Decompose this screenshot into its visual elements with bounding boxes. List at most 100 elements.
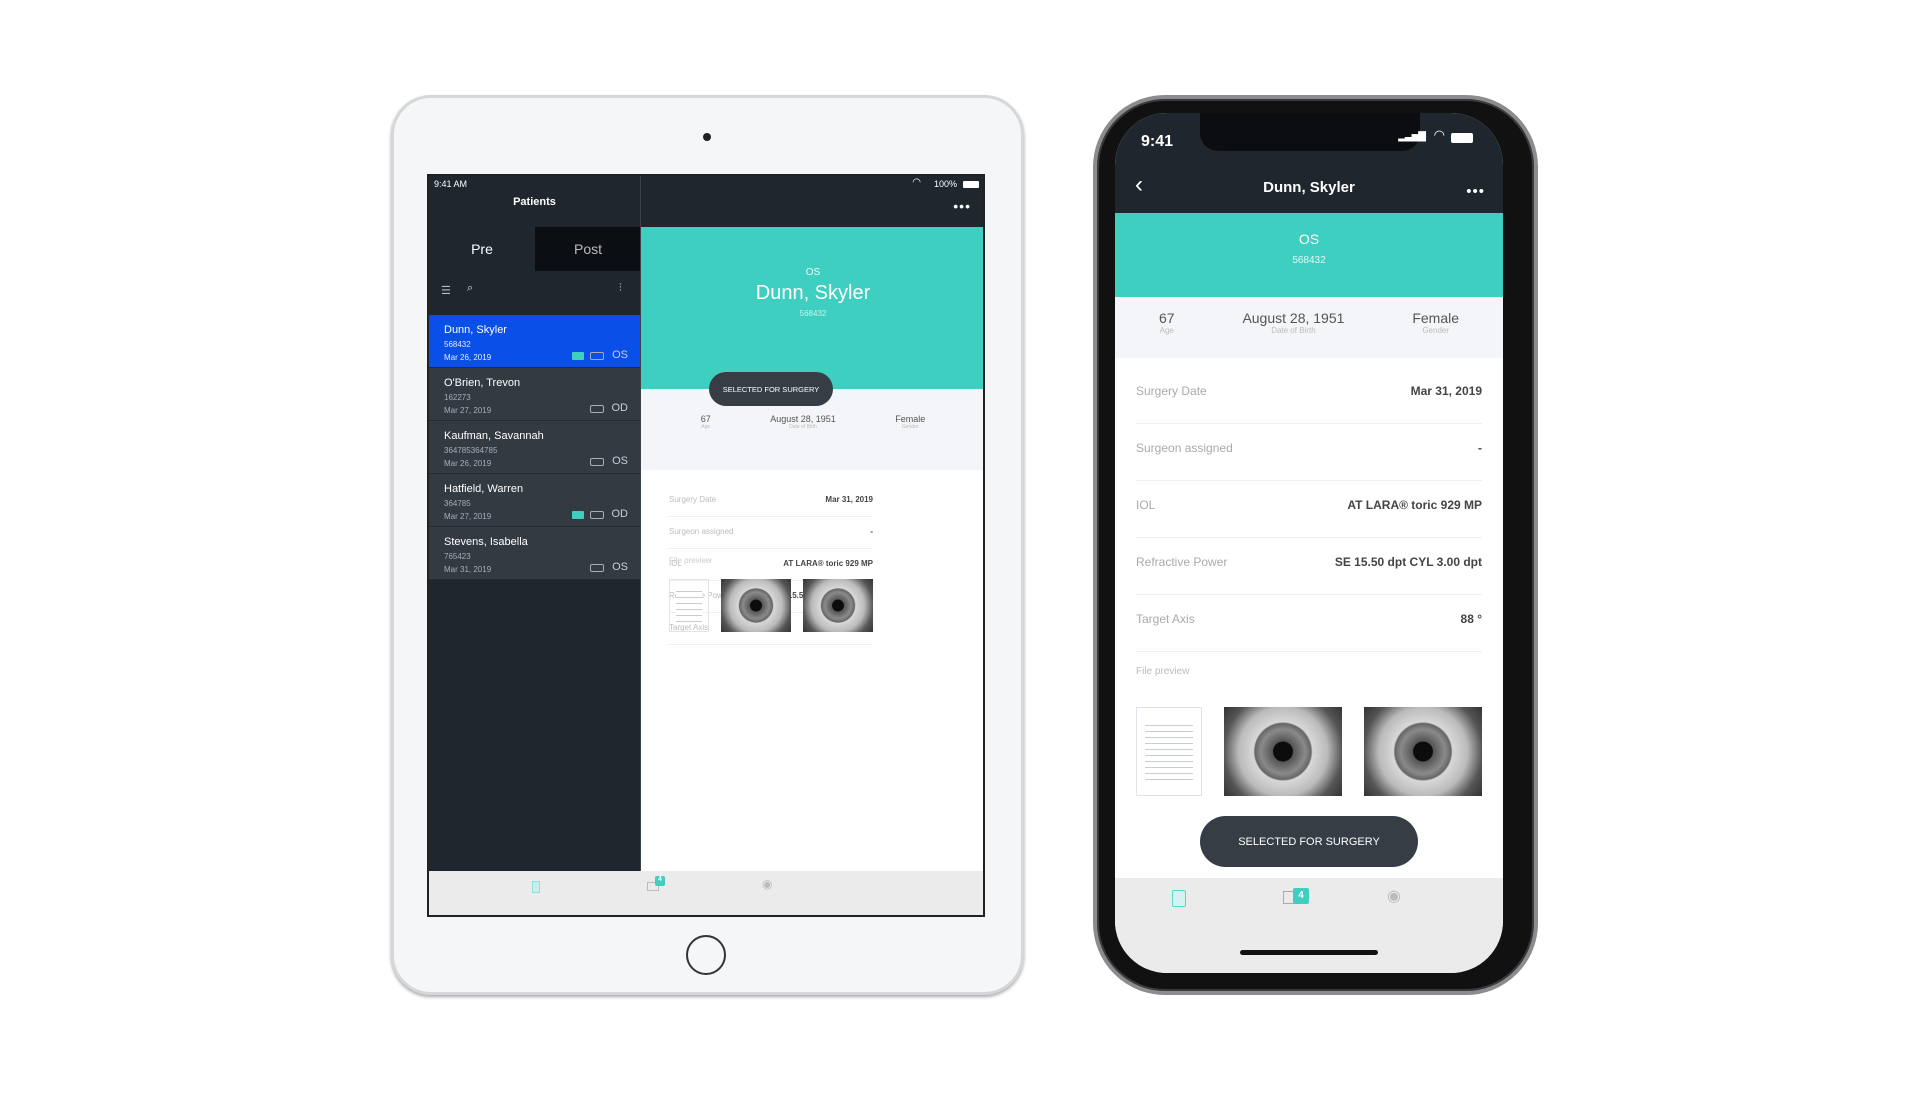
- ipad-home-button[interactable]: [686, 935, 726, 975]
- patient-list-item[interactable]: O'Brien, Trevon 162273 Mar 27, 2019 OD: [429, 368, 640, 421]
- info-item: August 28, 1951 Date of Birth: [770, 414, 836, 470]
- eye-image-thumbnail[interactable]: [803, 579, 873, 632]
- patient-date: Mar 27, 2019: [444, 512, 492, 521]
- info-label: Gender: [901, 424, 919, 430]
- field-value: -: [1478, 441, 1482, 455]
- eye-side: OS: [612, 561, 628, 573]
- signal-icon: ▂▃▅▇: [1398, 131, 1426, 142]
- patient-id: 364785364785: [444, 446, 498, 455]
- document-thumbnail[interactable]: [669, 579, 709, 632]
- eye-side: OS: [612, 455, 628, 467]
- eye-label: OS: [805, 267, 821, 278]
- tab-post[interactable]: Post: [535, 227, 641, 271]
- home-indicator[interactable]: [1240, 950, 1378, 955]
- battery-icon: [1451, 133, 1473, 143]
- patient-name: Stevens, Isabella: [444, 536, 528, 548]
- info-label: Date of Birth: [1271, 326, 1316, 335]
- notification-badge: 4: [655, 876, 665, 886]
- lens-icon: [590, 458, 604, 466]
- eye-side: OD: [611, 508, 629, 520]
- nav-title: Dunn, Skyler: [1263, 179, 1355, 196]
- patient-list-item[interactable]: Hatfield, Warren 364785 Mar 27, 2019 OD: [429, 474, 640, 527]
- tab-eye-icon[interactable]: ◉: [1387, 886, 1401, 906]
- field-value: Mar 31, 2019: [1410, 384, 1482, 398]
- nav-bar: 9:41 ◠ ▂▃▅▇ ‹ Dunn, Skyler •••: [1115, 113, 1503, 213]
- info-item: 67 Age: [701, 414, 711, 470]
- file-preview-label: File preview: [669, 556, 712, 565]
- battery-percent: 100%: [933, 179, 957, 189]
- patient-date: Mar 26, 2019: [444, 353, 492, 362]
- list-view-icon[interactable]: ☰: [441, 284, 451, 297]
- info-label: Date of Birth: [789, 424, 817, 430]
- info-value: 67: [700, 414, 711, 424]
- eye-image-thumbnail[interactable]: [1224, 707, 1342, 796]
- eye-image-thumbnail[interactable]: [1364, 707, 1482, 796]
- patient-id: 364785: [444, 499, 471, 508]
- tab-eye-icon[interactable]: ◉: [762, 877, 772, 891]
- patient-id: 162273: [444, 393, 471, 402]
- info-label: Age: [701, 424, 711, 430]
- field-value: Mar 31, 2019: [825, 495, 873, 504]
- document-thumbnail[interactable]: [1136, 707, 1202, 796]
- field-value: AT LARA® toric 929 MP: [1347, 498, 1482, 512]
- info-label: Age: [1159, 326, 1174, 335]
- field-value: 88 °: [1460, 612, 1482, 626]
- patient-list-item[interactable]: Dunn, Skyler 568432 Mar 26, 2019 OS: [429, 315, 640, 368]
- selected-for-surgery-button[interactable]: SELECTED FOR SURGERY: [709, 372, 833, 406]
- monitor-status-icon: [572, 352, 584, 360]
- monitor-status-icon: [572, 511, 584, 519]
- detail-row: Surgeon assigned -: [1136, 424, 1482, 481]
- more-icon[interactable]: •••: [1466, 183, 1485, 200]
- detail-row: IOL AT LARA® toric 929 MP: [669, 549, 873, 581]
- patient-id: 568432: [799, 309, 827, 318]
- info-label: Gender: [1422, 326, 1450, 335]
- tab-document-icon[interactable]: [1172, 890, 1186, 907]
- field-label: Surgery Date: [669, 495, 717, 504]
- ipad-camera: [703, 133, 711, 141]
- info-item: Female Gender: [1412, 310, 1459, 358]
- detail-header-bar: 100% ◠ •••: [641, 176, 983, 227]
- lens-icon: [590, 405, 604, 413]
- patient-list-item[interactable]: Stevens, Isabella 765423 Mar 31, 2019 OS: [429, 527, 640, 580]
- info-value: Female: [1412, 310, 1460, 326]
- search-icon[interactable]: ⌕: [467, 282, 473, 295]
- battery-icon: [963, 181, 979, 188]
- field-label: Surgeon assigned: [1136, 441, 1233, 455]
- patient-list-item[interactable]: Kaufman, Savannah 364785364785 Mar 26, 201…: [429, 421, 640, 474]
- eye-side: OD: [611, 402, 629, 414]
- wifi-icon: ◠: [1433, 127, 1445, 142]
- eye-image-thumbnail[interactable]: [721, 579, 791, 632]
- lens-icon: [590, 564, 604, 572]
- lens-icon: [590, 511, 604, 519]
- iphone-screen: 9:41 ◠ ▂▃▅▇ ‹ Dunn, Skyler ••• OS 568432…: [1115, 113, 1503, 973]
- selected-for-surgery-button[interactable]: SELECTED FOR SURGERY: [1200, 816, 1418, 867]
- patient-detail: 100% ◠ ••• OS Dunn, Skyler 568432 67 Age A…: [641, 176, 983, 871]
- info-item: Female Gender: [895, 414, 925, 470]
- detail-teal-header: OS Dunn, Skyler 568432: [641, 227, 983, 389]
- field-label: Target Axis: [1136, 612, 1195, 626]
- field-label: Refractive Power: [1136, 555, 1228, 569]
- patient-name: O'Brien, Trevon: [444, 377, 521, 389]
- patient-date: Mar 31, 2019: [444, 565, 492, 574]
- tab-pre[interactable]: Pre: [429, 227, 535, 271]
- detail-row: IOL AT LARA® toric 929 MP: [1136, 481, 1482, 538]
- file-preview-label: File preview: [1136, 666, 1190, 677]
- patient-id: 765423: [444, 552, 471, 561]
- field-value: AT LARA® toric 929 MP: [783, 559, 873, 568]
- field-value: SE 15.50 dpt CYL 3.00 dpt: [1334, 555, 1482, 569]
- info-value: August 28, 1951: [770, 414, 836, 424]
- detail-row: Surgery Date Mar 31, 2019: [1136, 367, 1482, 424]
- status-time: 9:41 AM: [434, 179, 468, 189]
- filter-sliders-icon[interactable]: ⫶: [619, 282, 622, 295]
- patient-name: Dunn, Skyler: [444, 324, 507, 336]
- tab-document-icon[interactable]: [532, 881, 540, 893]
- notch: [1200, 113, 1420, 151]
- patient-info-band: 67 Age August 28, 1951 Date of Birth Female G…: [1115, 297, 1503, 358]
- info-value: Female: [895, 414, 926, 424]
- field-label: Surgery Date: [1136, 384, 1207, 398]
- more-icon[interactable]: •••: [953, 198, 971, 214]
- iphone-tab-bar: 4 ◉: [1115, 878, 1503, 973]
- eye-side: OS: [612, 349, 628, 361]
- sidebar-title: Patients: [513, 196, 556, 208]
- patient-date: Mar 27, 2019: [444, 406, 492, 415]
